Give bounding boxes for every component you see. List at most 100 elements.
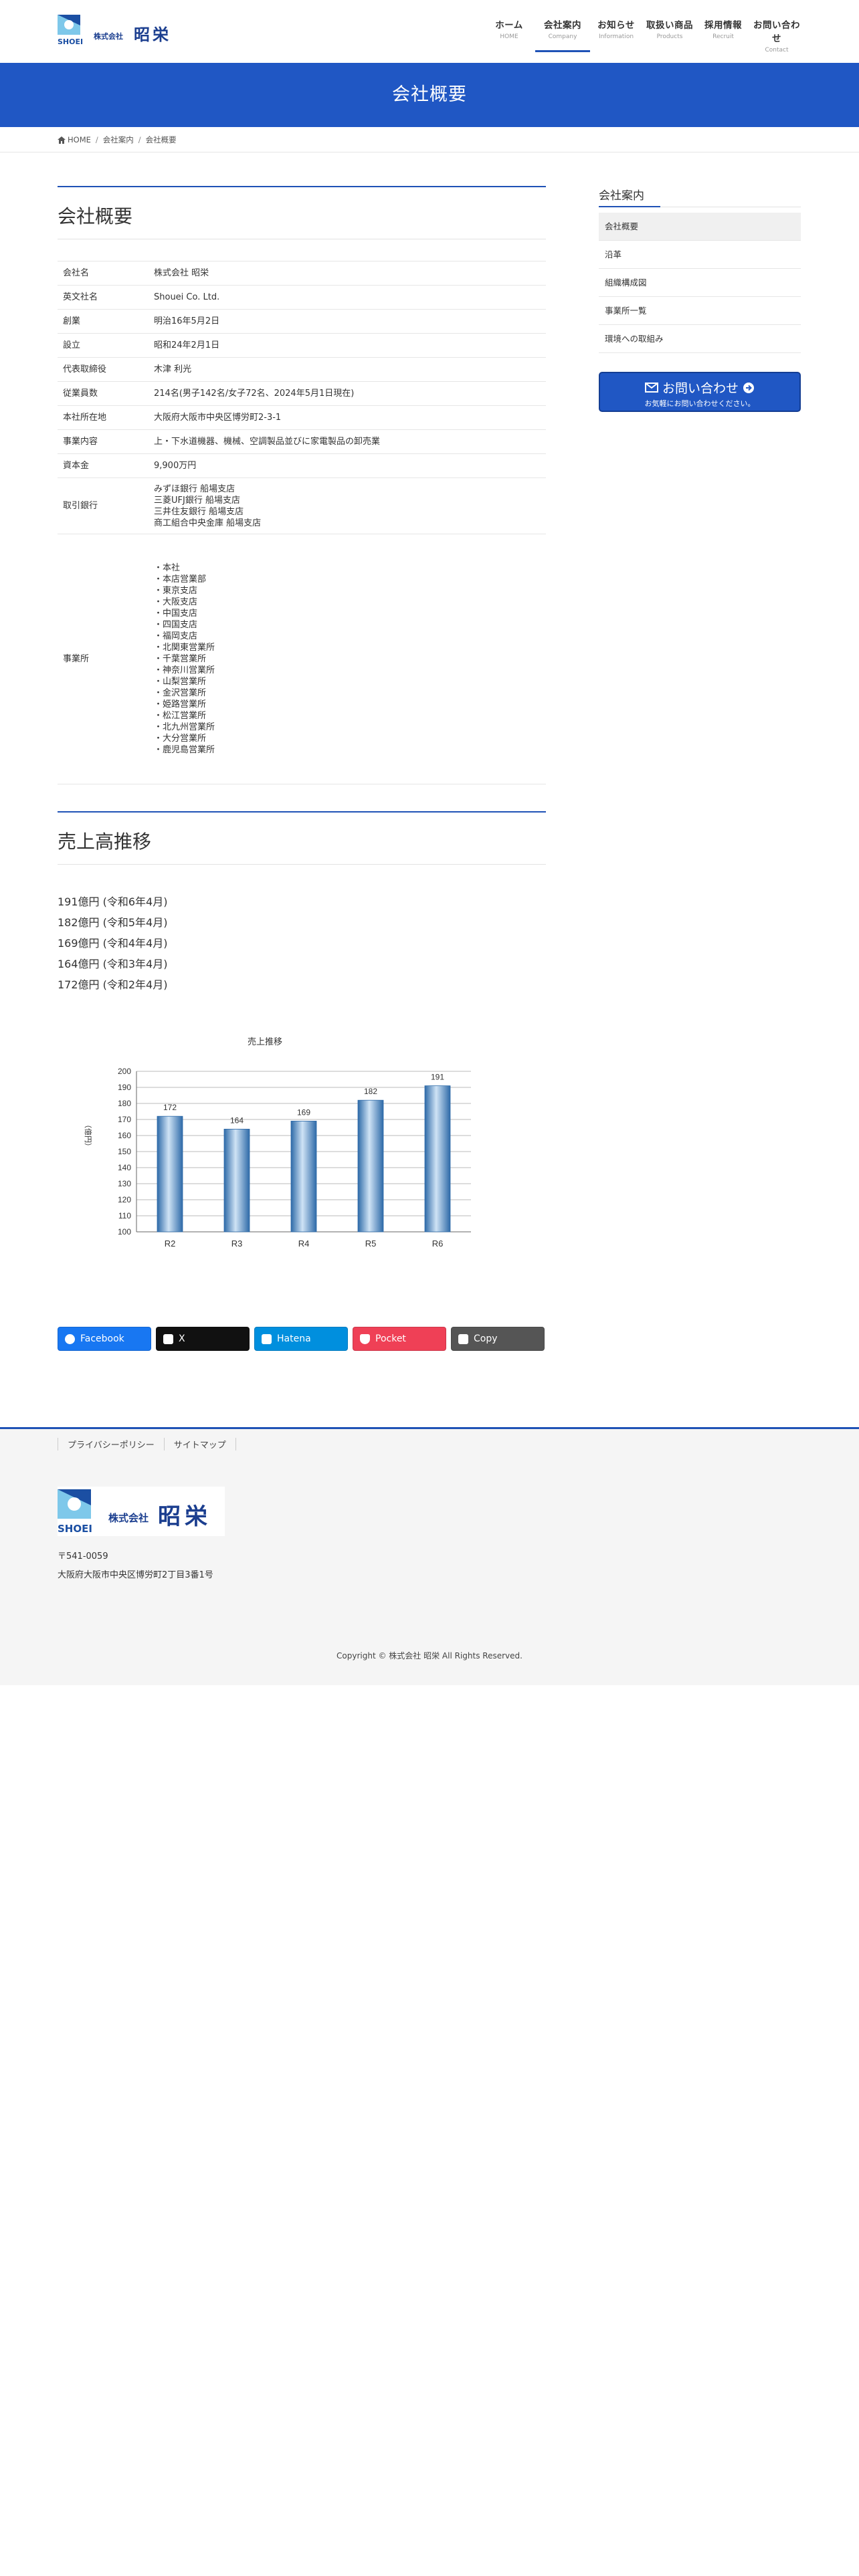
site-footer: プライバシーポリシー サイトマップ SHOEI 株式会社 昭栄 〒541-005… (0, 1427, 859, 1685)
sales-item: 191億円 (令和6年4月) (58, 895, 168, 908)
share-hatena-button[interactable]: Hatena (254, 1327, 348, 1351)
row-value: 大阪府大阪市中央区博労町2-3-1 (149, 405, 546, 430)
y-tick-label: 130 (118, 1179, 131, 1188)
row-value: Shouei Co. Ltd. (149, 285, 546, 310)
site-header: SHOEI 株式会社 昭栄 ホーム HOME 会社案内 Company お知らせ In… (0, 0, 859, 62)
sales-item: 169億円 (令和4年4月) (58, 937, 168, 950)
share-copy-button[interactable]: Copy (451, 1327, 545, 1351)
x-tick-label: R2 (165, 1239, 176, 1249)
contact-button-label: お問い合わせ (662, 381, 739, 396)
office-item: ・大分営業所 (154, 734, 207, 744)
office-item: ・神奈川営業所 (154, 665, 215, 675)
y-tick-label: 120 (118, 1195, 131, 1204)
nav-contact[interactable]: お問い合わせ Contact (752, 17, 801, 53)
x-tick-label: R5 (365, 1239, 377, 1249)
office-item: ・中国支店 (154, 609, 198, 619)
footer-links: プライバシーポリシー サイトマップ (58, 1438, 236, 1451)
office-item: ・大阪支店 (154, 597, 198, 607)
row-label: 会社名 (58, 261, 149, 286)
y-tick-label: 200 (118, 1067, 131, 1076)
row-label: 資本金 (58, 453, 149, 478)
x-tick-label: R4 (298, 1239, 310, 1249)
bank-item: 三菱UFJ銀行 船場支店 (154, 495, 240, 506)
breadcrumb-parent[interactable]: 会社案内 (103, 134, 134, 145)
nav-label: 取扱い商品 (646, 20, 693, 31)
nav-information[interactable]: お知らせ Information (591, 17, 641, 52)
data-label: 169 (297, 1107, 310, 1117)
data-label: 191 (431, 1073, 444, 1082)
bank-item: みずほ銀行 船場支店 (154, 484, 235, 494)
row-label: 創業 (58, 309, 149, 334)
table-row: 本社所在地 大阪府大阪市中央区博労町2-3-1 (58, 405, 546, 430)
svg-text:昭栄: 昭栄 (158, 1503, 211, 1530)
pocket-icon (360, 1333, 370, 1344)
breadcrumb-home[interactable]: HOME (68, 135, 91, 144)
mail-icon (644, 383, 658, 393)
table-row: 創業 明治16年5月2日 (58, 309, 546, 334)
y-tick-label: 180 (118, 1099, 131, 1108)
footer-logo[interactable]: SHOEI 株式会社 昭栄 (58, 1487, 225, 1536)
nav-home[interactable]: ホーム HOME (484, 17, 534, 52)
overview-heading: 会社概要 (58, 205, 133, 227)
office-item: ・福岡支店 (154, 631, 198, 641)
footer-link-sitemap[interactable]: サイトマップ (163, 1438, 236, 1451)
office-item: ・東京支店 (154, 586, 198, 596)
company-logo[interactable]: SHOEI 株式会社 昭栄 (58, 12, 185, 48)
svg-text:株式会社: 株式会社 (108, 1512, 149, 1524)
office-item: ・四国支店 (154, 620, 198, 630)
breadcrumb: HOME / 会社案内 / 会社概要 (0, 127, 859, 152)
office-item: ・北関東営業所 (154, 643, 215, 653)
svg-text:昭栄: 昭栄 (134, 25, 171, 44)
contact-button[interactable]: お問い合わせ お気軽にお問い合わせください。 (599, 372, 801, 412)
x-tick-label: R3 (231, 1239, 243, 1249)
row-label: 代表取締役 (58, 357, 149, 382)
y-tick-label: 190 (118, 1083, 131, 1092)
row-label: 事業所 (58, 534, 149, 784)
nav-company[interactable]: 会社案内 Company (535, 17, 590, 52)
sidebar-item-overview[interactable]: 会社概要 (599, 213, 801, 241)
sales-heading: 売上高推移 (58, 831, 152, 853)
y-tick-label: 160 (118, 1131, 131, 1140)
table-row: 事業所 ・本社 ・本店営業部 ・東京支店 ・大阪支店 ・中国支店 ・四国支店 ・福岡支店 ・北… (58, 534, 546, 784)
chart-bar (157, 1115, 183, 1232)
company-info-table: 会社名 株式会社 昭栄 英文社名 Shouei Co. Ltd. 創業 明治16年5月… (58, 261, 546, 784)
main-nav: ホーム HOME 会社案内 Company お知らせ Information 取扱い商… (480, 17, 801, 53)
sidebar-item-offices[interactable]: 事業所一覧 (599, 297, 801, 325)
page-title-band: 会社概要 (0, 63, 859, 127)
nav-recruit[interactable]: 採用情報 Recruit (698, 17, 748, 52)
share-buttons: Facebook X Hatena Pocket Copy (58, 1327, 549, 1351)
data-label: 172 (163, 1103, 177, 1112)
sidebar-item-organization[interactable]: 組織構成図 (599, 269, 801, 297)
y-tick-label: 170 (118, 1115, 131, 1124)
share-facebook-button[interactable]: Facebook (58, 1327, 151, 1351)
nav-sub: Company (548, 33, 577, 40)
office-item: ・本社 (154, 563, 181, 573)
sales-heading-block: 売上高推移 (58, 811, 546, 865)
sidebar-item-environment[interactable]: 環境への取組み (599, 325, 801, 353)
svg-text:SHOEI: SHOEI (58, 37, 83, 46)
sidebar-item-history[interactable]: 沿革 (599, 241, 801, 269)
footer-link-privacy[interactable]: プライバシーポリシー (58, 1438, 164, 1451)
svg-text:株式会社: 株式会社 (94, 31, 123, 41)
table-row: 英文社名 Shouei Co. Ltd. (58, 285, 546, 310)
nav-sub: Information (598, 33, 634, 40)
share-x-button[interactable]: X (156, 1327, 250, 1351)
share-label: Copy (474, 1333, 498, 1344)
row-value: 上・下水道機器、機械、空調製品並びに家電製品の卸売業 (149, 429, 546, 454)
sales-chart: 売上推移 100 110 120 130 140 150 160 170 180 190 200 （億円… (58, 1022, 546, 1263)
sidebar: 会社案内 会社概要 沿革 組織構成図 事業所一覧 環境への取組み お問い合わせ … (599, 186, 801, 412)
row-value: 昭和24年2月1日 (149, 333, 546, 358)
copy-icon (458, 1333, 468, 1344)
nav-products[interactable]: 取扱い商品 Products (645, 17, 694, 52)
data-label: 182 (364, 1087, 377, 1096)
share-label: Pocket (375, 1333, 406, 1344)
share-pocket-button[interactable]: Pocket (353, 1327, 446, 1351)
bank-item: 商工組合中央金庫 船場支店 (154, 518, 262, 528)
y-axis-label: （億円） (84, 1121, 92, 1150)
sales-list: 191億円 (令和6年4月) 182億円 (令和5年4月) 169億円 (令和4… (58, 891, 546, 995)
office-item: ・鹿児島営業所 (154, 745, 215, 755)
nav-label: お知らせ (597, 20, 635, 31)
copyright: Copyright © 株式会社 昭栄 All Rights Reserved. (337, 1651, 522, 1660)
contact-button-sub: お気軽にお問い合わせください。 (644, 399, 755, 408)
row-label: 取引銀行 (58, 477, 149, 534)
